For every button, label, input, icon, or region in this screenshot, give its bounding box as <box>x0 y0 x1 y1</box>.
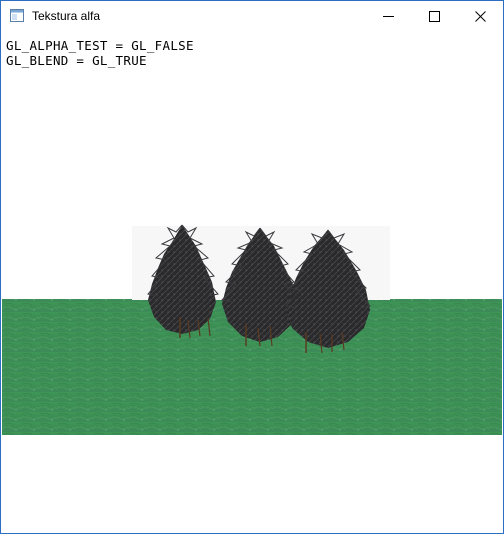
close-button[interactable] <box>457 1 503 31</box>
window-title: Tekstura alfa <box>32 9 101 23</box>
maximize-icon <box>428 10 440 22</box>
title-bar[interactable]: Tekstura alfa <box>1 1 503 31</box>
minimize-button[interactable] <box>365 1 411 31</box>
maximize-button[interactable] <box>411 1 457 31</box>
app-icon <box>10 9 24 22</box>
gl-alpha-test-status: GL_ALPHA_TEST = GL_FALSE <box>6 38 194 53</box>
gl-blend-status: GL_BLEND = GL_TRUE <box>6 53 147 68</box>
opengl-viewport[interactable]: GL_ALPHA_TEST = GL_FALSE GL_BLEND = GL_T… <box>2 32 502 532</box>
minimize-icon <box>382 11 394 22</box>
app-window: Tekstura alfa GL_ALPHA_TEST = GL_FALSE G… <box>0 0 504 534</box>
close-icon <box>474 10 486 22</box>
scene-render <box>2 224 502 435</box>
